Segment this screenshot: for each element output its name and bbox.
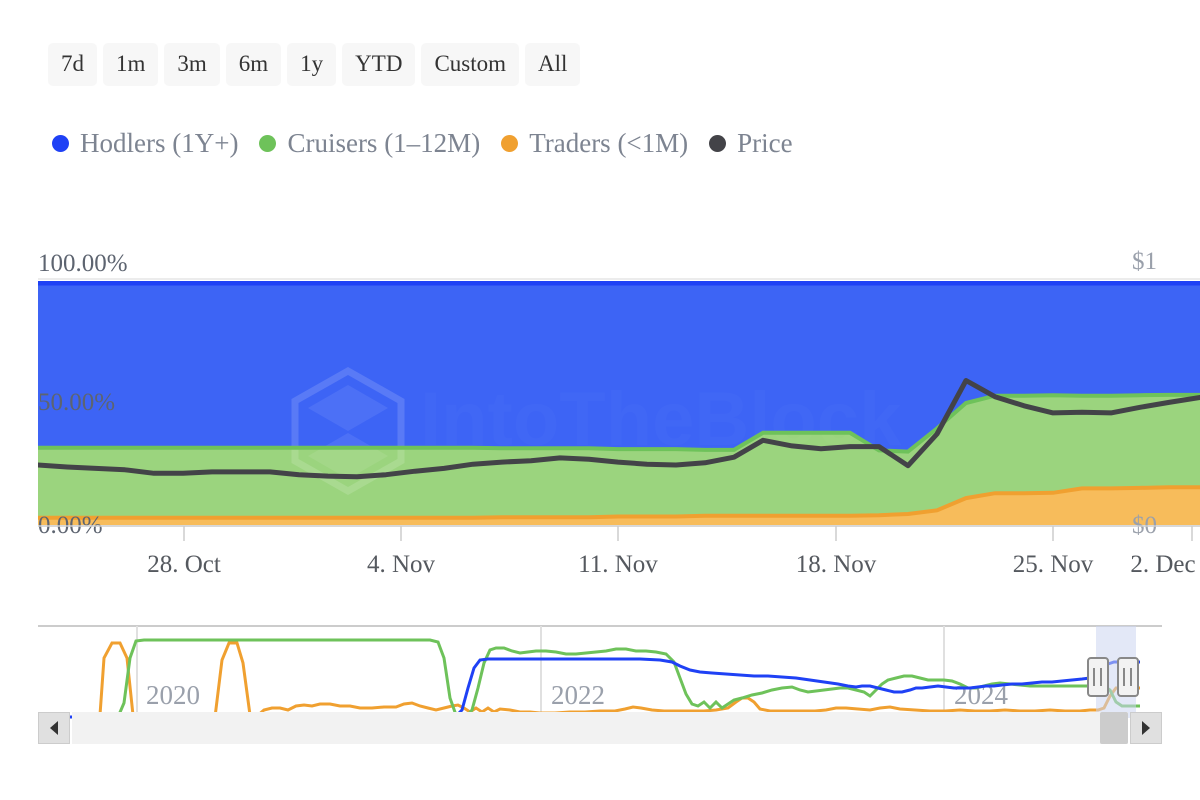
chart-scrollbar[interactable] <box>38 712 1162 744</box>
range-button-3m[interactable]: 3m <box>164 43 219 86</box>
legend-dot-icon-hodlers <box>52 135 69 152</box>
navigator-year-2020: 2020 <box>146 680 200 710</box>
x-axis-ticks <box>184 526 1192 541</box>
main-chart-svg: IntoTheBlock 100.00% 50.00% 0.00% $1 $0 <box>0 245 1200 595</box>
range-button-1y[interactable]: 1y <box>287 43 336 86</box>
scroll-left-button[interactable] <box>38 712 70 744</box>
navigator-year-2022: 2022 <box>551 680 605 710</box>
navigator-left-handle[interactable] <box>1088 658 1108 696</box>
range-button-all[interactable]: All <box>525 43 580 86</box>
navigator-right-handle[interactable] <box>1118 658 1138 696</box>
legend-item-traders[interactable]: Traders (<1M) <box>501 130 688 157</box>
main-chart[interactable]: IntoTheBlock 100.00% 50.00% 0.00% $1 $0 <box>0 245 1200 595</box>
legend-dot-icon-cruisers <box>259 135 276 152</box>
range-selector: 7d 1m 3m 6m 1y YTD Custom All <box>48 43 580 86</box>
y-axis-label-100: 100.00% <box>38 250 128 277</box>
chart-legend: Hodlers (1Y+) Cruisers (1–12M) Traders (… <box>52 130 804 157</box>
x-axis-label-3: 18. Nov <box>796 551 877 578</box>
chart-page: 7d 1m 3m 6m 1y YTD Custom All Hodlers (1… <box>0 0 1200 800</box>
x-axis-label-0: 28. Oct <box>147 551 221 578</box>
legend-item-cruisers[interactable]: Cruisers (1–12M) <box>259 130 480 157</box>
x-axis-label-2: 11. Nov <box>578 551 658 578</box>
legend-dot-icon-traders <box>501 135 518 152</box>
x-axis-label-5: 2. Dec <box>1130 551 1195 578</box>
range-button-custom[interactable]: Custom <box>421 43 519 86</box>
range-button-1m[interactable]: 1m <box>103 43 158 86</box>
plot-area: IntoTheBlock <box>38 281 1200 525</box>
y2-axis-label-top: $1 <box>1132 248 1157 275</box>
range-button-7d[interactable]: 7d <box>48 43 97 86</box>
legend-dot-icon-price <box>709 135 726 152</box>
chevron-left-icon <box>50 721 58 735</box>
y-axis-label-50: 50.00% <box>38 389 115 416</box>
legend-item-price[interactable]: Price <box>709 130 792 157</box>
x-axis-label-4: 25. Nov <box>1013 551 1094 578</box>
legend-label-price: Price <box>737 130 792 157</box>
x-axis-label-1: 4. Nov <box>367 551 436 578</box>
scrollbar-thumb[interactable] <box>1100 712 1128 744</box>
range-button-6m[interactable]: 6m <box>226 43 281 86</box>
legend-label-hodlers: Hodlers (1Y+) <box>80 130 238 157</box>
scroll-right-button[interactable] <box>1130 712 1162 744</box>
legend-item-hodlers[interactable]: Hodlers (1Y+) <box>52 130 238 157</box>
legend-label-traders: Traders (<1M) <box>529 130 688 157</box>
chevron-right-icon <box>1142 721 1150 735</box>
range-button-ytd[interactable]: YTD <box>342 43 415 86</box>
scrollbar-track[interactable] <box>72 712 1128 744</box>
legend-label-cruisers: Cruisers (1–12M) <box>287 130 480 157</box>
